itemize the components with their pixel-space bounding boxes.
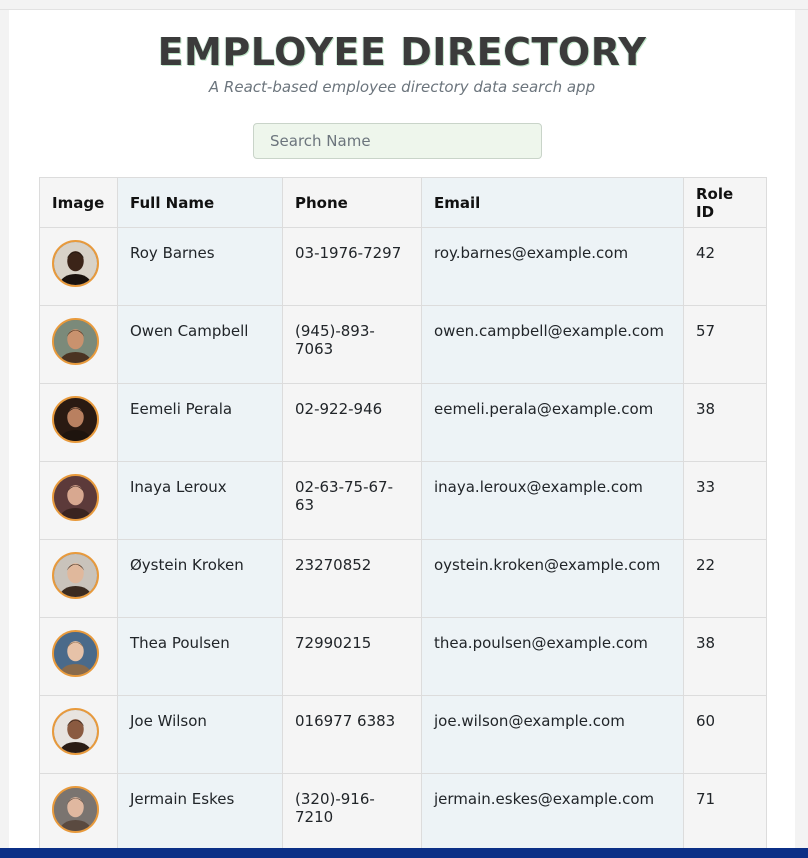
person-icon [54, 398, 97, 441]
column-header-phone[interactable]: Phone [282, 177, 422, 228]
page-title: EMPLOYEE DIRECTORY [157, 30, 647, 74]
avatar [52, 708, 99, 755]
full-name-cell: Owen Campbell [117, 305, 283, 384]
email-cell: roy.barnes@example.com [421, 227, 684, 306]
table-row: Eemeli Perala 02-922-946 eemeli.perala@exa… [39, 383, 767, 462]
image-cell [39, 227, 118, 306]
phone-cell: 016977 6383 [282, 695, 422, 774]
search-input[interactable] [253, 123, 542, 159]
person-icon [54, 320, 97, 363]
image-cell [39, 305, 118, 384]
person-icon [54, 554, 97, 597]
phone-cell: (945)-893-7063 [282, 305, 422, 384]
avatar [52, 318, 99, 365]
person-icon [54, 788, 97, 831]
column-header-email[interactable]: Email [421, 177, 684, 228]
full-name-cell: Jermain Eskes [117, 773, 283, 852]
table-body: Roy Barnes 03-1976-7297 roy.barnes@example… [39, 227, 767, 852]
email-cell: eemeli.perala@example.com [421, 383, 684, 462]
table-row: Roy Barnes 03-1976-7297 roy.barnes@example… [39, 227, 767, 306]
email-cell: oystein.kroken@example.com [421, 539, 684, 618]
full-name-cell: Joe Wilson [117, 695, 283, 774]
email-cell: inaya.leroux@example.com [421, 461, 684, 540]
column-header-full-name[interactable]: Full Name [117, 177, 283, 228]
role-id-cell: 60 [683, 695, 767, 774]
person-icon [54, 242, 97, 285]
browser-top-edge [0, 0, 808, 10]
full-name-cell: Øystein Kroken [117, 539, 283, 618]
table-row: Thea Poulsen 72990215 thea.poulsen@example… [39, 617, 767, 696]
avatar [52, 786, 99, 833]
full-name-cell: Thea Poulsen [117, 617, 283, 696]
email-cell: owen.campbell@example.com [421, 305, 684, 384]
role-id-cell: 22 [683, 539, 767, 618]
phone-cell: 23270852 [282, 539, 422, 618]
email-cell: jermain.eskes@example.com [421, 773, 684, 852]
avatar [52, 396, 99, 443]
phone-cell: 03-1976-7297 [282, 227, 422, 306]
role-id-cell: 71 [683, 773, 767, 852]
phone-cell: 72990215 [282, 617, 422, 696]
table-row: Joe Wilson 016977 6383 joe.wilson@example.… [39, 695, 767, 774]
table-row: Øystein Kroken 23270852 oystein.kroken@exa… [39, 539, 767, 618]
image-cell [39, 383, 118, 462]
role-id-cell: 38 [683, 383, 767, 462]
email-cell: thea.poulsen@example.com [421, 617, 684, 696]
person-icon [54, 632, 97, 675]
avatar [52, 552, 99, 599]
table-header-row: Image Full Name Phone Email Role ID [39, 177, 767, 228]
phone-cell: 02-922-946 [282, 383, 422, 462]
person-icon [54, 710, 97, 753]
avatar [52, 474, 99, 521]
role-id-cell: 57 [683, 305, 767, 384]
email-cell: joe.wilson@example.com [421, 695, 684, 774]
employee-table: Image Full Name Phone Email Role ID Roy … [39, 177, 767, 852]
column-header-role-id[interactable]: Role ID [683, 177, 767, 228]
table-row: Jermain Eskes (320)-916-7210 jermain.eskes… [39, 773, 767, 852]
bottom-bar [0, 848, 808, 858]
person-icon [54, 476, 97, 519]
column-header-image[interactable]: Image [39, 177, 118, 228]
role-id-cell: 42 [683, 227, 767, 306]
full-name-cell: Roy Barnes [117, 227, 283, 306]
role-id-cell: 33 [683, 461, 767, 540]
avatar [52, 630, 99, 677]
phone-cell: 02-63-75-67-63 [282, 461, 422, 540]
full-name-cell: Eemeli Perala [117, 383, 283, 462]
full-name-cell: Inaya Leroux [117, 461, 283, 540]
image-cell [39, 461, 118, 540]
table-row: Owen Campbell (945)-893-7063 owen.campbell… [39, 305, 767, 384]
page-container: EMPLOYEE DIRECTORY A React-based employe… [9, 10, 795, 858]
role-id-cell: 38 [683, 617, 767, 696]
table-row: Inaya Leroux 02-63-75-67-63 inaya.leroux@e… [39, 461, 767, 540]
image-cell [39, 617, 118, 696]
image-cell [39, 539, 118, 618]
avatar [52, 240, 99, 287]
image-cell [39, 773, 118, 852]
image-cell [39, 695, 118, 774]
phone-cell: (320)-916-7210 [282, 773, 422, 852]
page-subtitle: A React-based employee directory data se… [208, 78, 596, 96]
